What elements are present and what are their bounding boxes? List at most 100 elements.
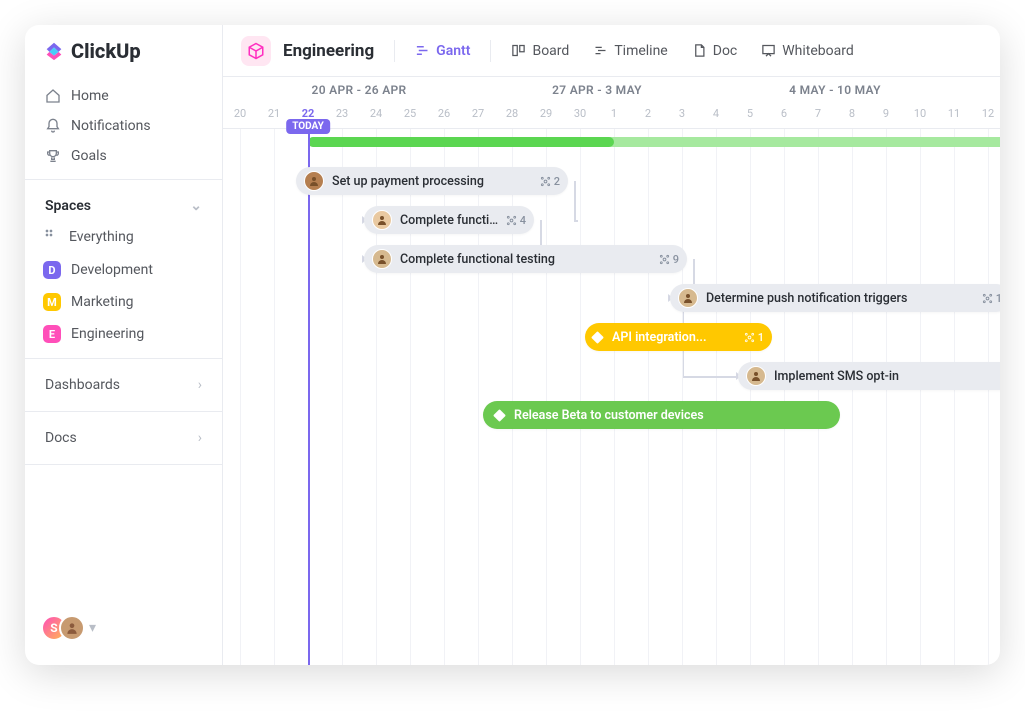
today-tag: TODAY — [286, 119, 330, 134]
task-label: Set up payment processing — [332, 174, 534, 189]
trophy-icon — [45, 148, 61, 164]
subtask-count: 4 — [506, 214, 526, 227]
grid-line — [954, 129, 955, 665]
grid-line — [614, 129, 615, 665]
spaces-header[interactable]: Spaces ⌄ — [25, 188, 222, 220]
day-label: 2 — [631, 107, 665, 120]
logo[interactable]: ClickUp — [25, 39, 222, 81]
space-badge: E — [43, 325, 61, 343]
week-range-label: 20 APR - 26 APR — [312, 83, 407, 97]
gantt-view[interactable]: 20 APR - 26 APR27 APR - 3 MAY4 MAY - 10 … — [223, 77, 1000, 665]
subtasks-icon — [506, 215, 517, 226]
day-label: 26 — [427, 107, 461, 120]
user-avatars[interactable]: S — [41, 615, 85, 641]
primary-nav: Home Notifications Goals — [25, 81, 222, 171]
sidebar: ClickUp Home Notifications Goals — [25, 25, 223, 665]
nav-label: Notifications — [71, 118, 151, 134]
progress-done — [308, 137, 614, 147]
divider — [490, 40, 491, 62]
day-label: 28 — [495, 107, 529, 120]
space-engineering[interactable]: E Engineering — [35, 319, 212, 349]
day-label: 5 — [733, 107, 767, 120]
task-label: Implement SMS opt-in — [774, 369, 1000, 384]
gantt-body[interactable]: TODAYSet up payment processing2Complete … — [223, 129, 1000, 665]
nav-label: Goals — [71, 148, 107, 164]
task-label: Complete functio... — [400, 213, 500, 228]
doc-icon — [692, 43, 707, 58]
avatar-initial: S — [50, 621, 57, 635]
caret-down-icon[interactable]: ▾ — [89, 620, 96, 636]
day-label: 1 — [597, 107, 631, 120]
space-everything[interactable]: Everything — [35, 221, 212, 253]
view-tab-doc[interactable]: Doc — [682, 37, 748, 65]
gantt-header: 20 APR - 26 APR27 APR - 3 MAY4 MAY - 10 … — [223, 77, 1000, 129]
nav-goals[interactable]: Goals — [35, 141, 212, 171]
task-label: API integration... — [612, 330, 738, 345]
day-label: 7 — [801, 107, 835, 120]
view-label: Whiteboard — [782, 43, 854, 59]
task-bar[interactable]: Determine push notification triggers1 — [670, 284, 1000, 312]
subtask-count: 1 — [982, 292, 1000, 305]
day-label: 12 — [971, 107, 1000, 120]
subtasks-icon — [659, 254, 670, 265]
docs-section[interactable]: Docs › — [25, 420, 222, 456]
space-badge: M — [43, 293, 61, 311]
app-window: ClickUp Home Notifications Goals — [25, 25, 1000, 665]
day-label: 8 — [835, 107, 869, 120]
day-label: 30 — [563, 107, 597, 120]
view-tab-board[interactable]: Board — [501, 37, 579, 65]
avatar — [59, 615, 85, 641]
view-label: Gantt — [436, 43, 470, 59]
grid-line — [682, 129, 683, 665]
today-line — [308, 129, 310, 665]
grid-line — [818, 129, 819, 665]
workspace-title: Engineering — [283, 41, 374, 61]
view-tab-timeline[interactable]: Timeline — [583, 37, 677, 65]
assignee-avatar — [304, 171, 324, 191]
overall-progress-bar — [308, 137, 1000, 147]
grid-line — [342, 129, 343, 665]
task-bar[interactable]: Complete functional testing9 — [364, 245, 687, 273]
grid-line — [240, 129, 241, 665]
day-label: 11 — [937, 107, 971, 120]
space-initial: E — [49, 328, 55, 341]
day-label: 10 — [903, 107, 937, 120]
chevron-right-icon: › — [198, 430, 202, 446]
subtask-count: 1 — [744, 331, 764, 344]
whiteboard-icon — [761, 43, 776, 58]
nav-label: Home — [71, 88, 109, 104]
milestone-diamond-icon — [591, 331, 604, 344]
view-label: Timeline — [614, 43, 667, 59]
space-initial: D — [48, 264, 55, 277]
divider — [25, 411, 222, 412]
dependency-line — [574, 181, 576, 220]
view-tab-gantt[interactable]: Gantt — [405, 37, 480, 65]
space-label: Engineering — [71, 326, 144, 342]
day-label: 9 — [869, 107, 903, 120]
view-tab-whiteboard[interactable]: Whiteboard — [751, 37, 864, 65]
subtasks-icon — [540, 176, 551, 187]
nav-notifications[interactable]: Notifications — [35, 111, 212, 141]
space-development[interactable]: D Development — [35, 255, 212, 285]
brand-name: ClickUp — [71, 39, 141, 63]
task-bar[interactable]: Complete functio... 4 — [364, 206, 534, 234]
chevron-right-icon: › — [198, 377, 202, 393]
milestone-diamond-icon — [493, 409, 506, 422]
dependency-line — [574, 220, 578, 222]
grid-line — [580, 129, 581, 665]
dashboards-section[interactable]: Dashboards › — [25, 367, 222, 403]
assignee-avatar — [372, 210, 392, 230]
space-marketing[interactable]: M Marketing — [35, 287, 212, 317]
main: Engineering Gantt Board Timeline — [223, 25, 1000, 665]
task-bar[interactable]: Release Beta to customer devices — [483, 401, 840, 429]
task-bar[interactable]: Set up payment processing2 — [296, 167, 568, 195]
divider — [394, 40, 395, 62]
dependency-line — [683, 376, 738, 378]
day-label: 25 — [393, 107, 427, 120]
task-bar[interactable]: Implement SMS opt-in — [738, 362, 1000, 390]
nav-home[interactable]: Home — [35, 81, 212, 111]
task-bar[interactable]: API integration... 1 — [585, 323, 772, 351]
gantt-icon — [415, 43, 430, 58]
grid-line — [648, 129, 649, 665]
week-range-label: 27 APR - 3 MAY — [552, 83, 642, 97]
